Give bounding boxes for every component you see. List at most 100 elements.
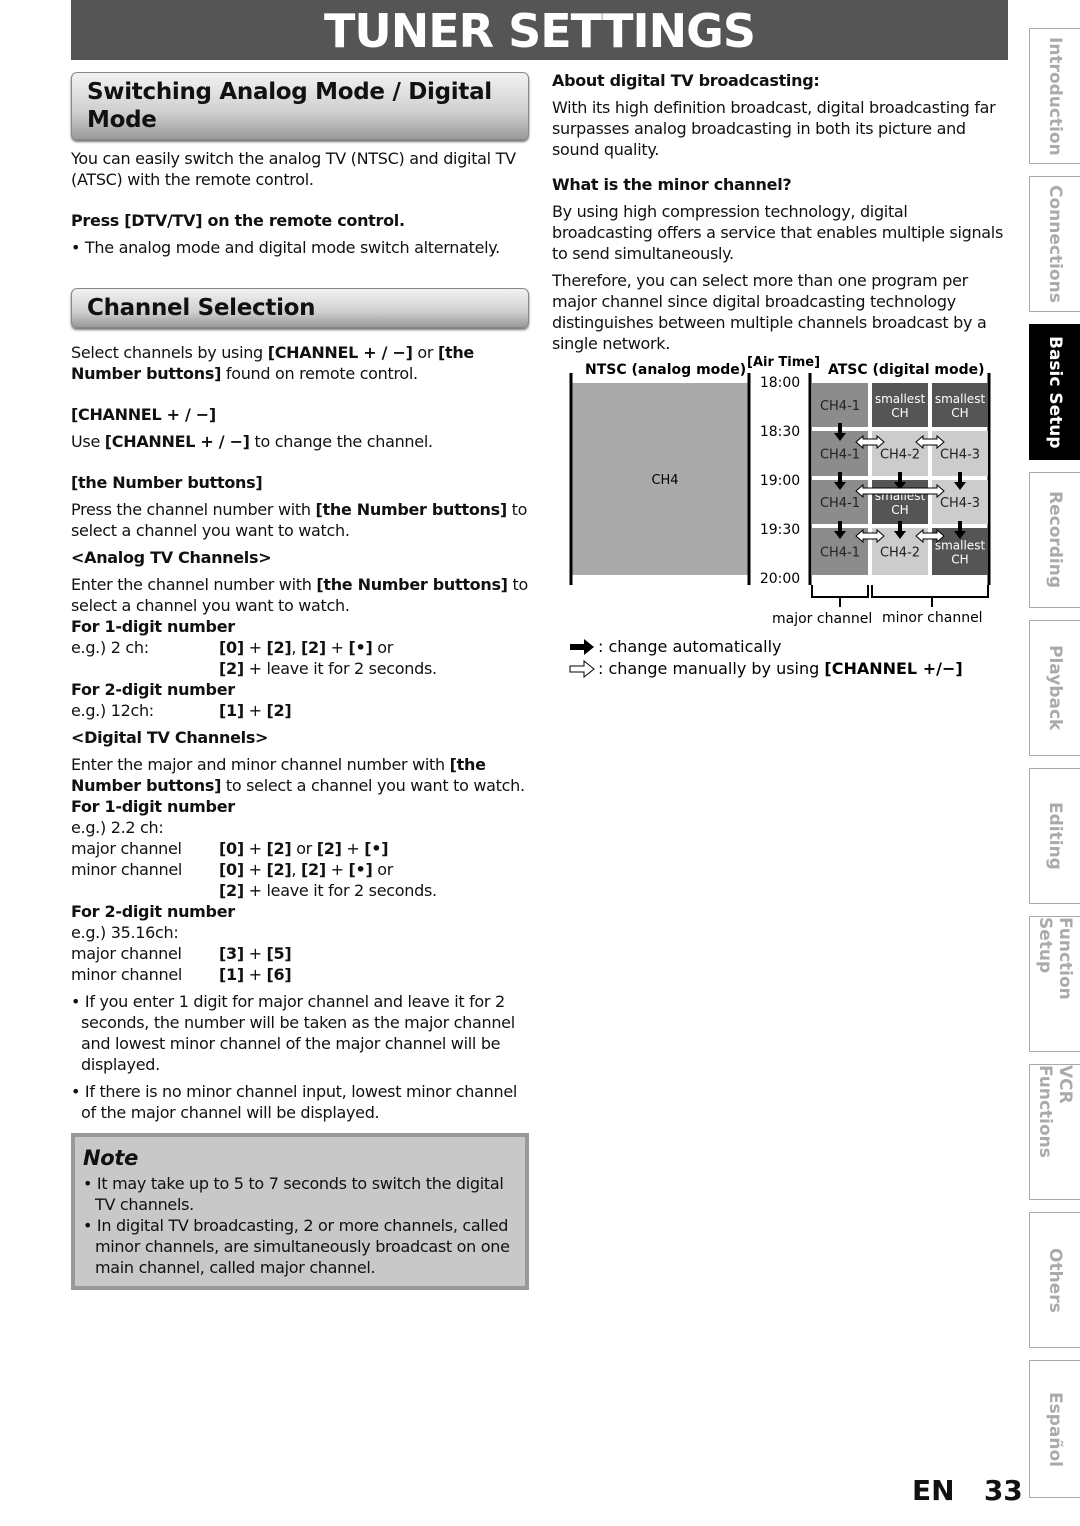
row-label: e.g.) 12ch: — [71, 701, 154, 720]
legend-auto: : change automatically — [598, 637, 782, 656]
tab-label: Introduction — [1045, 36, 1065, 156]
text-segment: or — [291, 839, 317, 858]
text-segment: [6] — [266, 965, 292, 984]
text-segment: What is the minor channel? — [552, 175, 792, 194]
text-segment: found on remote control. — [221, 364, 418, 383]
tab-label: VCR Functions — [1035, 1065, 1075, 1158]
text-paragraph: By using high compression technology, di… — [552, 201, 1010, 264]
text-segment: e.g.) 35.16ch: — [71, 923, 179, 942]
text-segment: [2] — [266, 638, 292, 657]
text-segment: or — [372, 638, 394, 657]
text-segment: Enter the major and minor channel number… — [71, 755, 450, 774]
minor-channel-label: minor channel — [882, 610, 983, 626]
text-paragraph: [the Number buttons] — [71, 472, 529, 493]
text-segment: [2] — [266, 701, 292, 720]
text-segment: Use — [71, 432, 105, 451]
text-paragraph: major channel [0] + [2] or [2] + [•] — [71, 838, 529, 859]
text-segment: + — [243, 965, 267, 984]
text-segment: + — [243, 701, 267, 720]
atsc-label: ATSC (digital mode) — [828, 362, 985, 378]
cell-label: CH4-1 — [820, 399, 860, 414]
section-tab-playback[interactable]: Playback — [1029, 620, 1080, 756]
text-paragraph: For 1-digit number — [71, 796, 529, 817]
text-segment: or — [412, 343, 438, 362]
section-tab-español[interactable]: Español — [1029, 1360, 1080, 1498]
text-paragraph: • If there is no minor channel input, lo… — [71, 1081, 529, 1123]
ntsc-channel: CH4 — [651, 473, 678, 488]
text-paragraph: Enter the major and minor channel number… — [71, 754, 529, 796]
text-segment: [•] — [348, 860, 373, 879]
section-tab-editing[interactable]: Editing — [1029, 768, 1080, 904]
text-segment: [2] — [219, 881, 244, 900]
text-segment: For 1-digit number — [71, 617, 235, 636]
section-tab-introduction[interactable]: Introduction — [1029, 28, 1080, 164]
text-segment: [2] — [316, 839, 342, 858]
text-segment: + leave it for 2 seconds. — [243, 881, 437, 900]
text-segment: • If you enter 1 digit for major channel… — [71, 992, 515, 1074]
text-segment: [1] — [219, 965, 244, 984]
text-paragraph: With its high definition broadcast, digi… — [552, 97, 1010, 160]
manual-arrow-icon — [855, 528, 885, 544]
text-segment: [1] — [219, 701, 244, 720]
row-label: minor channel — [71, 860, 183, 879]
text-segment: + leave it for 2 seconds. — [243, 659, 437, 678]
tab-label: Recording — [1045, 491, 1065, 589]
text-segment: [5] — [266, 944, 292, 963]
text-segment: + — [243, 638, 267, 657]
text-paragraph: Use [CHANNEL + / −] to change the channe… — [71, 431, 529, 452]
tab-label: Playback — [1045, 645, 1065, 731]
text-segment: [3] — [219, 944, 244, 963]
text-segment: [CHANNEL + / −] — [104, 432, 250, 451]
time-label: 20:00 — [760, 571, 800, 587]
text-segment: to select a channel you want to watch. — [221, 776, 525, 795]
row-value: [1] + [6] — [219, 964, 292, 985]
text-paragraph: Select channels by using [CHANNEL + / −]… — [71, 342, 529, 384]
tab-label: Español — [1045, 1391, 1065, 1467]
text-paragraph: [2] + leave it for 2 seconds. — [71, 880, 529, 901]
cell-label: CH4-2 — [880, 546, 920, 561]
time-label: 19:30 — [760, 522, 800, 538]
text-segment: • The analog mode and digital mode switc… — [71, 238, 500, 257]
tab-label: Function Setup — [1035, 917, 1075, 1000]
text-paragraph: e.g.) 12ch: [1] + [2] — [71, 700, 529, 721]
major-channel-label: major channel — [772, 611, 872, 627]
text-paragraph: You can easily switch the analog TV (NTS… — [71, 148, 529, 190]
text-segment: • If there is no minor channel input, lo… — [71, 1082, 518, 1122]
text-segment: <Analog TV Channels> — [71, 548, 272, 567]
text-segment: to change the channel. — [249, 432, 433, 451]
text-paragraph: <Digital TV Channels> — [71, 727, 529, 748]
page-number: EN 33 — [912, 1474, 1023, 1507]
text-paragraph: Press the channel number with [the Numbe… — [71, 499, 529, 541]
text-paragraph: minor channel [1] + [6] — [71, 964, 529, 985]
auto-arrow-icon — [570, 639, 594, 655]
text-segment: Therefore, you can select more than one … — [552, 271, 987, 353]
row-value: [1] + [2] — [219, 700, 292, 721]
page-title: TUNER SETTINGS — [71, 0, 1008, 60]
section-tab-basic-setup[interactable]: Basic Setup — [1029, 324, 1080, 460]
note-title: Note — [83, 1146, 139, 1170]
tab-label: Editing — [1045, 802, 1065, 870]
row-label: major channel — [71, 944, 182, 963]
text-segment: , — [291, 860, 301, 879]
section-tab-others[interactable]: Others — [1029, 1212, 1080, 1348]
section-header-channel-selection: Channel Selection — [71, 288, 529, 328]
text-paragraph: minor channel [0] + [2], [2] + [•] or — [71, 859, 529, 880]
section-tab-connections[interactable]: Connections — [1029, 176, 1080, 312]
text-segment: [•] — [348, 638, 373, 657]
text-segment: e.g.) 2.2 ch: — [71, 818, 164, 837]
text-segment: You can easily switch the analog TV (NTS… — [71, 149, 516, 189]
text-segment: [2] — [266, 839, 292, 858]
text-segment: + — [325, 638, 349, 657]
section-tab-function-setup[interactable]: Function Setup — [1029, 916, 1080, 1052]
row-label: e.g.) 2 ch: — [71, 638, 149, 657]
text-paragraph: What is the minor channel? — [552, 174, 1010, 195]
manual-arrow-icon — [915, 434, 945, 450]
text-paragraph: For 2-digit number — [71, 901, 529, 922]
text-segment: About digital TV broadcasting: — [552, 71, 820, 90]
row-value: [0] + [2], [2] + [•] or — [219, 637, 393, 658]
section-tab-vcr-functions[interactable]: VCR Functions — [1029, 1064, 1080, 1200]
tab-label: Basic Setup — [1045, 335, 1065, 449]
section-tab-recording[interactable]: Recording — [1029, 472, 1080, 608]
text-paragraph: e.g.) 2.2 ch: — [71, 817, 529, 838]
text-segment: [CHANNEL + / −] — [71, 405, 216, 424]
